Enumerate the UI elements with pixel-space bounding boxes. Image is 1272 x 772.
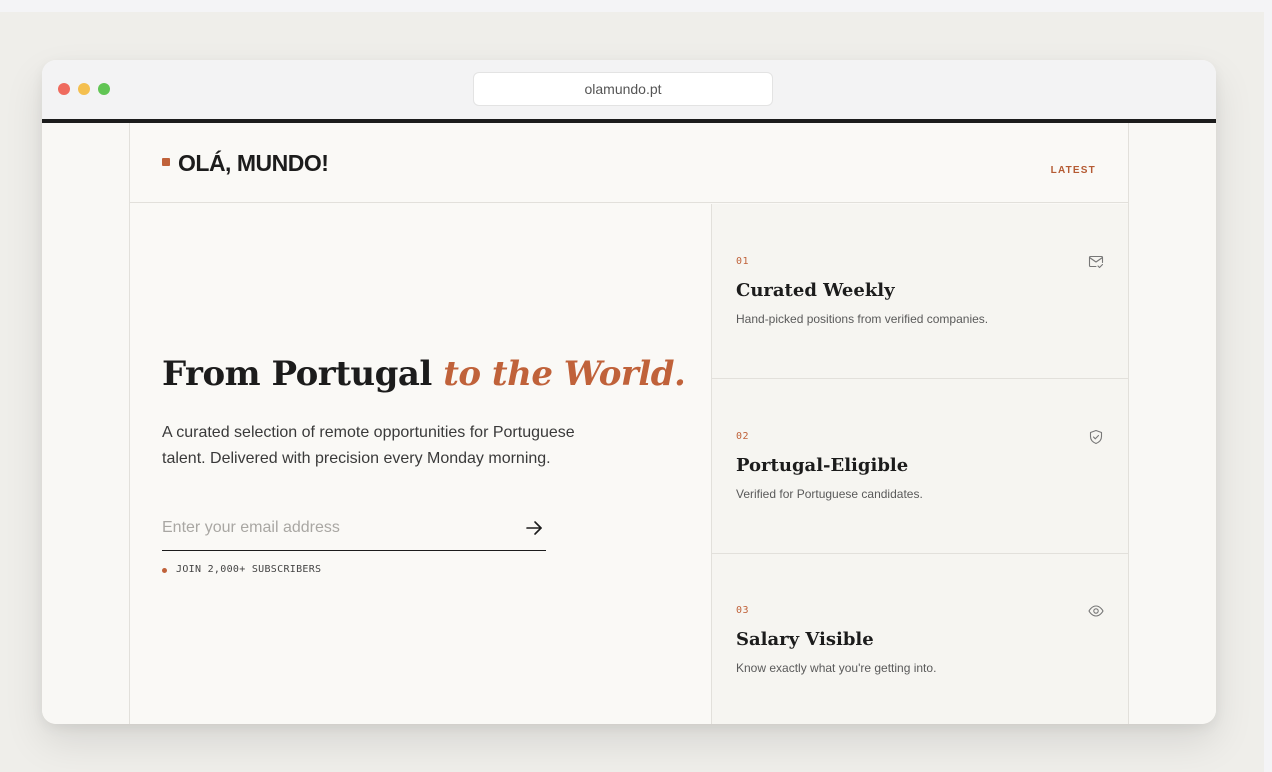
browser-window: olamundo.pt OLÁ, MUNDO! LATEST From Port… xyxy=(42,60,1216,724)
hero-description: A curated selection of remote opportunit… xyxy=(162,424,575,467)
arrow-right-icon xyxy=(526,521,542,535)
screen-top-strip xyxy=(0,0,1264,12)
feature-number: 01 xyxy=(736,256,750,267)
feature-title: Curated Weekly xyxy=(736,280,895,301)
feature-title: Portugal-Eligible xyxy=(736,455,909,476)
hero-title-main: From Portugal xyxy=(162,354,432,394)
feature-card: 03 Salary Visible Know exactly what you'… xyxy=(712,553,1128,724)
address-bar[interactable]: olamundo.pt xyxy=(473,72,773,106)
mail-check-icon xyxy=(1088,255,1104,269)
content-frame: OLÁ, MUNDO! LATEST From Portugal to the … xyxy=(129,123,1129,724)
feature-description: Verified for Portuguese candidates. xyxy=(736,487,923,501)
browser-toolbar: olamundo.pt xyxy=(42,60,1216,119)
feature-number: 02 xyxy=(736,431,750,442)
subscriber-count: JOIN 2,000+ SUBSCRIBERS xyxy=(176,564,322,575)
maximize-window-button[interactable] xyxy=(98,83,110,95)
close-window-button[interactable] xyxy=(58,83,70,95)
email-input[interactable] xyxy=(162,514,502,542)
features-list: 01 Curated Weekly Hand-picked positions … xyxy=(711,204,1128,724)
hero-section: From Portugal to the World. A curated se… xyxy=(130,204,711,724)
screen-right-strip xyxy=(1264,0,1272,772)
site-header: OLÁ, MUNDO! LATEST xyxy=(130,123,1128,203)
feature-description: Hand-picked positions from verified comp… xyxy=(736,312,989,326)
feature-card: 02 Portugal-Eligible Verified for Portug… xyxy=(712,379,1128,554)
minimize-window-button[interactable] xyxy=(78,83,90,95)
subscribe-submit-button[interactable] xyxy=(522,516,546,540)
status-dot-icon xyxy=(162,568,167,573)
feature-description: Know exactly what you're getting into. xyxy=(736,661,937,675)
hero-title-accent: to the World. xyxy=(443,354,686,394)
nav-latest-link[interactable]: LATEST xyxy=(1051,165,1096,176)
site-logo[interactable]: OLÁ, MUNDO! xyxy=(178,150,329,177)
feature-card: 01 Curated Weekly Hand-picked positions … xyxy=(712,204,1128,379)
email-form xyxy=(162,508,546,551)
feature-number: 03 xyxy=(736,605,750,616)
logo-square-icon xyxy=(162,158,170,166)
feature-title: Salary Visible xyxy=(736,629,874,650)
shield-check-icon xyxy=(1089,429,1103,445)
hero-title: From Portugal to the World. xyxy=(162,354,702,394)
page-content: OLÁ, MUNDO! LATEST From Portugal to the … xyxy=(42,123,1216,724)
eye-icon xyxy=(1088,605,1104,617)
